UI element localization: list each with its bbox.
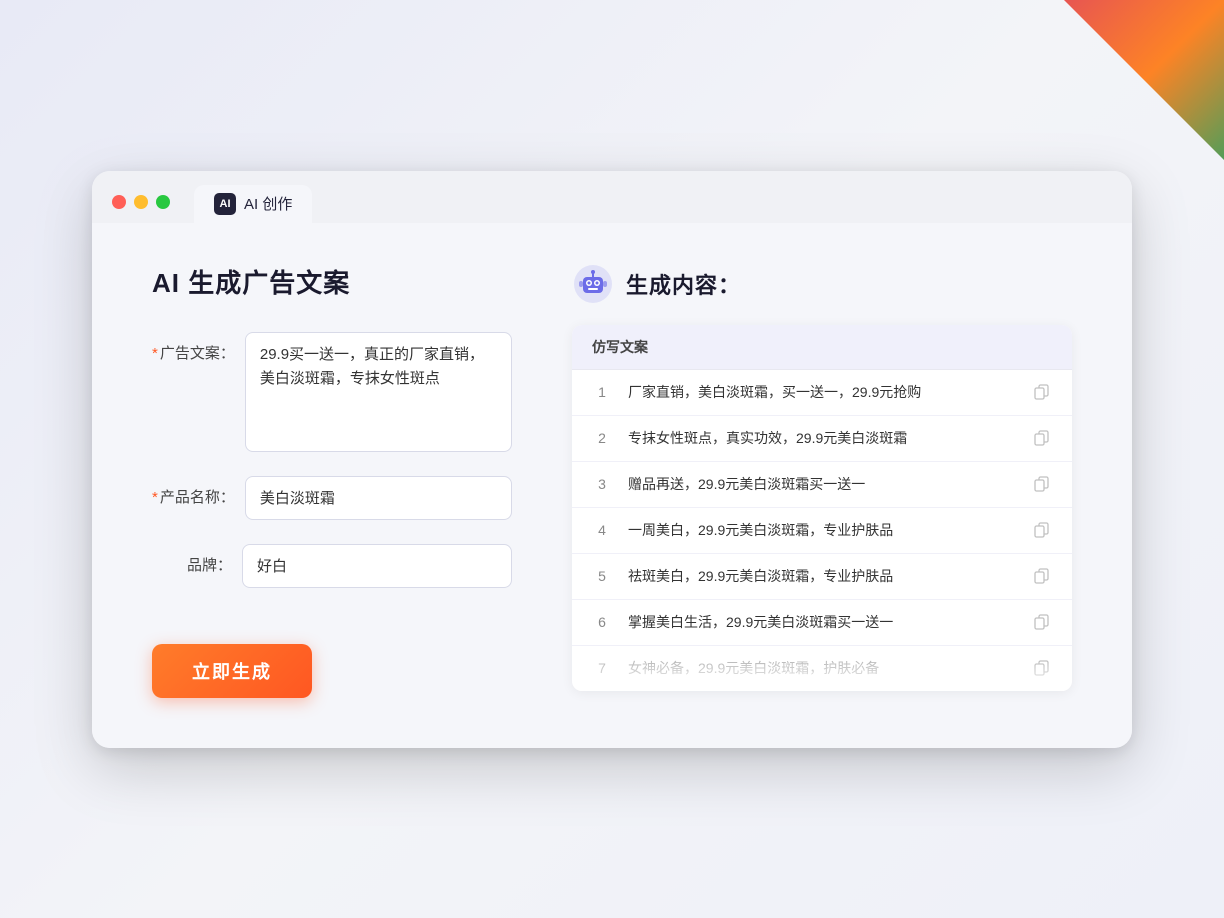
table-row: 4 一周美白，29.9元美白淡斑霜，专业护肤品: [572, 508, 1072, 554]
row-number: 6: [592, 614, 612, 630]
ai-tab-icon: AI: [214, 193, 236, 215]
form-row-ad-copy: *广告文案： 29.9买一送一，真正的厂家直销，美白淡斑霜，专抹女性斑点: [152, 332, 512, 452]
copy-icon[interactable]: [1032, 428, 1052, 448]
form-row-brand: 品牌：: [152, 544, 512, 588]
row-text: 一周美白，29.9元美白淡斑霜，专业护肤品: [628, 520, 1016, 541]
robot-icon: [572, 263, 614, 305]
generate-button[interactable]: 立即生成: [152, 644, 312, 698]
tab-label: AI 创作: [244, 193, 292, 214]
result-table-container: 仿写文案 1 厂家直销，美白淡斑霜，买一送一，29.9元抢购 2 专抹女性斑点，真实…: [572, 325, 1072, 691]
result-header: 生成内容：: [572, 263, 1072, 305]
required-star: *: [152, 345, 158, 362]
brand-input[interactable]: [242, 544, 512, 588]
row-text: 掌握美白生活，29.9元美白淡斑霜买一送一: [628, 612, 1016, 633]
ad-copy-textarea[interactable]: 29.9买一送一，真正的厂家直销，美白淡斑霜，专抹女性斑点: [245, 332, 512, 452]
browser-window: AI AI 创作 AI 生成广告文案 *广告文案： 29.9买一送一，真正的厂家…: [92, 171, 1132, 748]
row-number: 4: [592, 522, 612, 538]
row-number: 1: [592, 384, 612, 400]
copy-icon[interactable]: [1032, 612, 1052, 632]
table-header: 仿写文案: [572, 325, 1072, 370]
content-area: AI 生成广告文案 *广告文案： 29.9买一送一，真正的厂家直销，美白淡斑霜，…: [92, 223, 1132, 748]
table-row: 7 女神必备，29.9元美白淡斑霜，护肤必备: [572, 646, 1072, 691]
ad-copy-label: *广告文案：: [152, 332, 245, 363]
close-button[interactable]: [112, 195, 126, 209]
row-text: 赠品再送，29.9元美白淡斑霜买一送一: [628, 474, 1016, 495]
required-star-2: *: [152, 489, 158, 506]
row-number: 2: [592, 430, 612, 446]
traffic-lights: [112, 195, 170, 209]
right-panel: 生成内容： 仿写文案 1 厂家直销，美白淡斑霜，买一送一，29.9元抢购 2 专抹女…: [572, 263, 1072, 698]
minimize-button[interactable]: [134, 195, 148, 209]
row-text: 女神必备，29.9元美白淡斑霜，护肤必备: [628, 658, 1016, 679]
brand-label: 品牌：: [152, 544, 242, 575]
title-bar: AI AI 创作: [92, 171, 1132, 223]
product-name-label: *产品名称：: [152, 476, 245, 507]
copy-icon[interactable]: [1032, 566, 1052, 586]
copy-icon[interactable]: [1032, 520, 1052, 540]
table-row: 5 祛斑美白，29.9元美白淡斑霜，专业护肤品: [572, 554, 1072, 600]
form-row-product-name: *产品名称：: [152, 476, 512, 520]
result-rows: 1 厂家直销，美白淡斑霜，买一送一，29.9元抢购 2 专抹女性斑点，真实功效，29…: [572, 370, 1072, 691]
tab-ai-creation[interactable]: AI AI 创作: [194, 185, 312, 223]
result-table: 仿写文案 1 厂家直销，美白淡斑霜，买一送一，29.9元抢购 2 专抹女性斑点，真实…: [572, 325, 1072, 691]
table-row: 2 专抹女性斑点，真实功效，29.9元美白淡斑霜: [572, 416, 1072, 462]
table-row: 3 赠品再送，29.9元美白淡斑霜买一送一: [572, 462, 1072, 508]
result-title: 生成内容：: [626, 268, 741, 300]
row-text: 专抹女性斑点，真实功效，29.9元美白淡斑霜: [628, 428, 1016, 449]
row-number: 5: [592, 568, 612, 584]
copy-icon[interactable]: [1032, 474, 1052, 494]
left-panel: AI 生成广告文案 *广告文案： 29.9买一送一，真正的厂家直销，美白淡斑霜，…: [152, 263, 512, 698]
row-text: 厂家直销，美白淡斑霜，买一送一，29.9元抢购: [628, 382, 1016, 403]
product-name-input[interactable]: [245, 476, 512, 520]
row-text: 祛斑美白，29.9元美白淡斑霜，专业护肤品: [628, 566, 1016, 587]
page-title: AI 生成广告文案: [152, 263, 512, 300]
table-row: 6 掌握美白生活，29.9元美白淡斑霜买一送一: [572, 600, 1072, 646]
corner-decoration: [1064, 0, 1224, 160]
copy-icon[interactable]: [1032, 382, 1052, 402]
row-number: 7: [592, 660, 612, 676]
row-number: 3: [592, 476, 612, 492]
copy-icon[interactable]: [1032, 658, 1052, 678]
table-row: 1 厂家直销，美白淡斑霜，买一送一，29.9元抢购: [572, 370, 1072, 416]
maximize-button[interactable]: [156, 195, 170, 209]
